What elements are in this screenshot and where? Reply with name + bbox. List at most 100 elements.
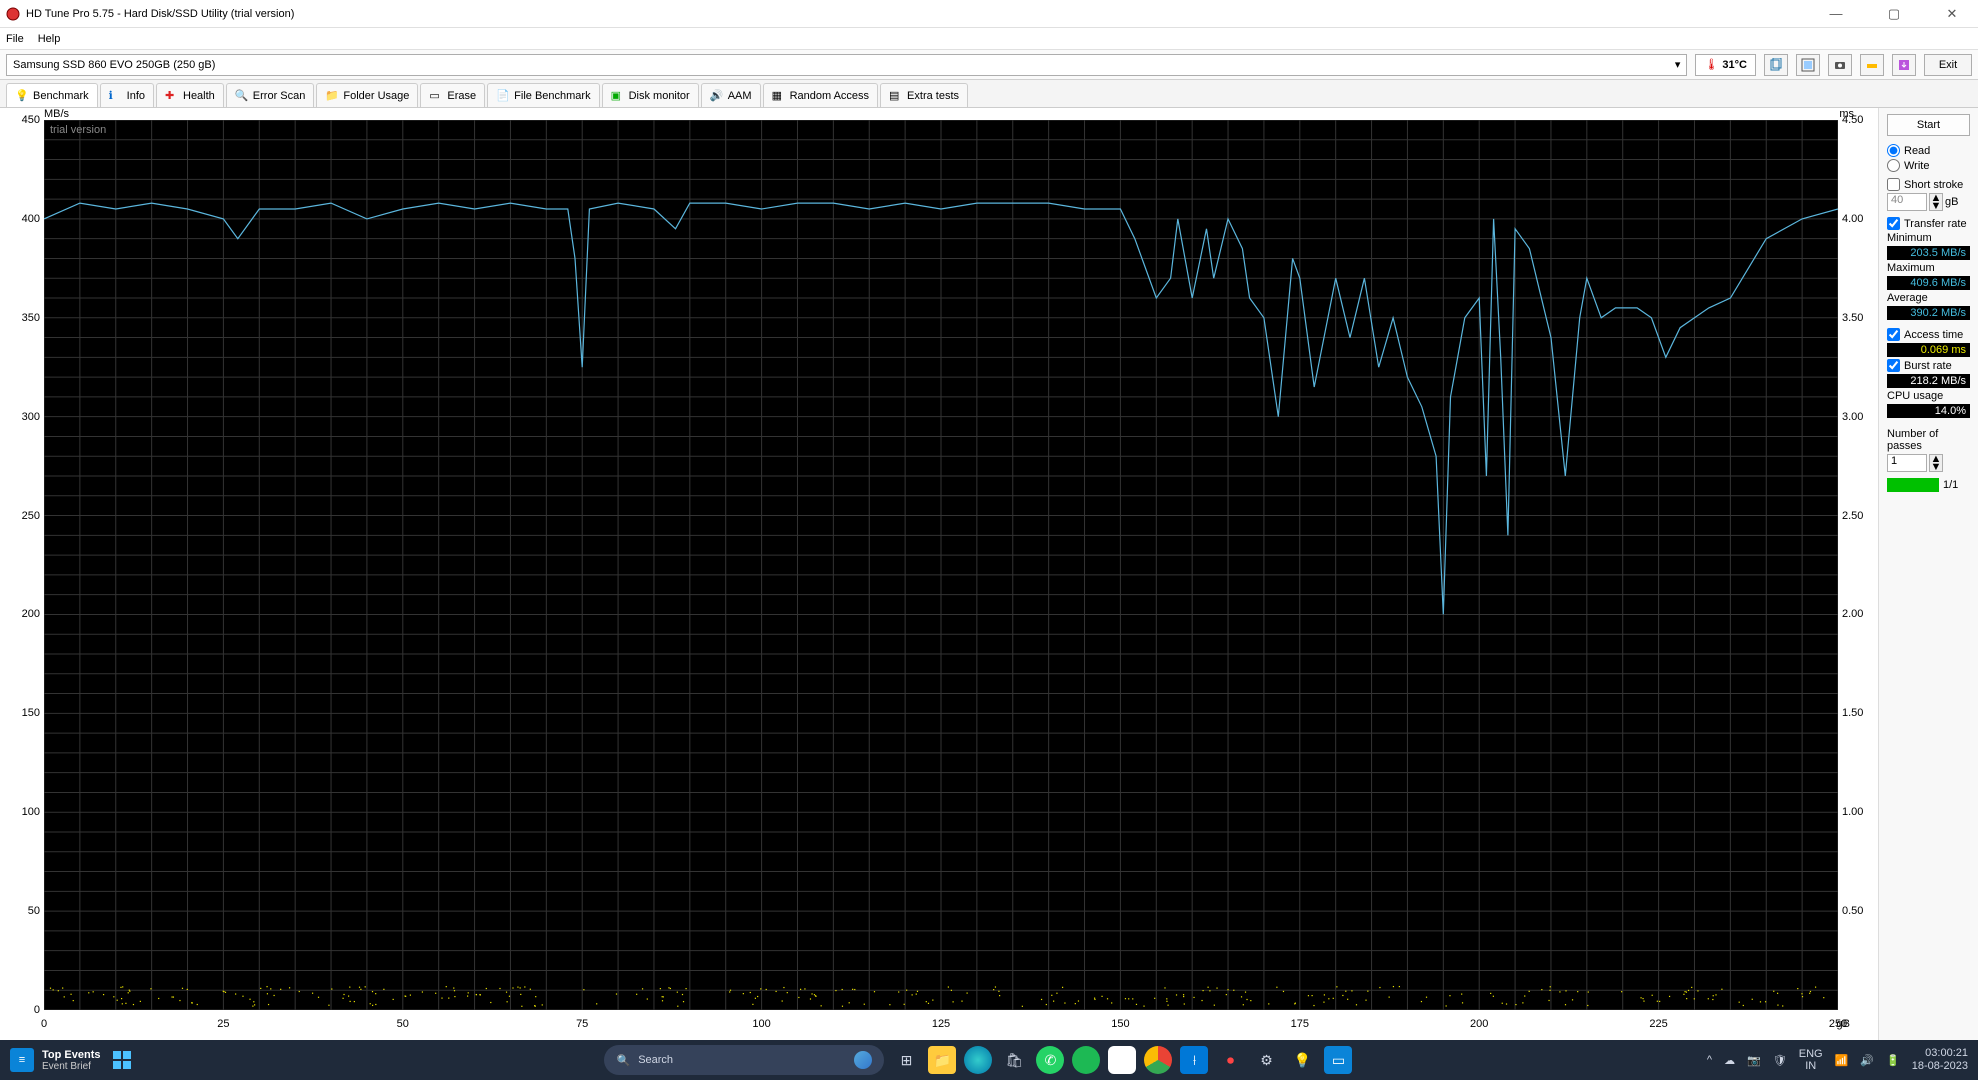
tray-language[interactable]: ENG IN [1799,1048,1823,1072]
start-button-taskbar[interactable] [108,1046,136,1074]
widget-title: Top Events [42,1049,100,1061]
progress-bar [1887,478,1939,492]
chrome-icon[interactable] [1144,1046,1172,1074]
y-right-tick: 2.50 [1842,510,1878,522]
random-icon: ▦ [772,89,786,103]
y-left-tick: 450 [0,114,40,126]
tray-security-icon[interactable]: 🛡 [1773,1054,1787,1067]
save-screenshot-button[interactable] [1828,54,1852,76]
drive-select[interactable]: Samsung SSD 860 EVO 250GB (250 gB) ▾ [6,54,1687,76]
system-tray: ^ ☁ 📷 🛡 ENG IN 📶 🔊 🔋 03:00:21 18-08-2023 [1707,1047,1968,1073]
write-radio[interactable]: Write [1887,159,1970,172]
tab-disk-monitor[interactable]: ▣Disk monitor [602,83,699,107]
side-panel: Start Read Write Short stroke 40 ▲▼ gB T… [1878,108,1978,1040]
save-button[interactable] [1892,54,1916,76]
temperature-value: 31°C [1722,59,1747,71]
short-stroke-stepper[interactable]: ▲▼ [1929,193,1943,211]
x-tick: 100 [752,1018,770,1030]
chart-area: MB/s ms trial version 050100150200250300… [0,108,1878,1040]
short-stroke-checkbox[interactable]: Short stroke [1887,178,1970,191]
minimize-button[interactable]: — [1816,6,1856,22]
monitor-icon: ▣ [611,89,625,103]
copy-info-button[interactable] [1764,54,1788,76]
exit-button[interactable]: Exit [1924,54,1972,76]
tab-aam[interactable]: 🔊AAM [701,83,761,107]
x-tick: 25 [217,1018,229,1030]
vscode-icon[interactable]: ⟊ [1180,1046,1208,1074]
tray-chevron-icon[interactable]: ^ [1707,1054,1712,1066]
passes-input[interactable]: 1 [1887,454,1927,472]
y-left-label: MB/s [44,108,69,120]
tab-file-benchmark[interactable]: 📄File Benchmark [487,83,599,107]
average-value: 390.2 MB/s [1887,306,1970,320]
news-icon: ≡ [10,1048,34,1072]
tab-benchmark[interactable]: 💡Benchmark [6,83,98,107]
search-placeholder: Search [638,1054,673,1066]
y-right-tick: 1.50 [1842,707,1878,719]
file-icon: 📄 [496,89,510,103]
tab-health[interactable]: ✚Health [156,83,224,107]
slack-icon[interactable]: ❖ [1108,1046,1136,1074]
tray-clock[interactable]: 03:00:21 18-08-2023 [1912,1047,1968,1073]
window-title: HD Tune Pro 5.75 - Hard Disk/SSD Utility… [26,8,1816,20]
tab-extra-tests[interactable]: ▤Extra tests [880,83,968,107]
close-button[interactable]: ✕ [1932,6,1972,22]
copy-screenshot-button[interactable] [1796,54,1820,76]
tab-erase[interactable]: ▭Erase [420,83,485,107]
info-icon: ℹ [109,89,123,103]
tab-folder-usage[interactable]: 📁Folder Usage [316,83,418,107]
minimum-value: 203.5 MB/s [1887,246,1970,260]
menu-help[interactable]: Help [38,33,61,45]
app-icon [6,7,20,21]
tab-random-access[interactable]: ▦Random Access [763,83,878,107]
options-button[interactable] [1860,54,1884,76]
tab-row: 💡Benchmark ℹInfo ✚Health 🔍Error Scan 📁Fo… [0,80,1978,108]
whatsapp-icon[interactable]: ✆ [1036,1046,1064,1074]
tab-error-scan[interactable]: 🔍Error Scan [226,83,315,107]
thermometer-icon: 🌡 [1704,58,1718,71]
burst-rate-checkbox[interactable]: Burst rate [1887,359,1970,372]
cpu-usage-value: 14.0% [1887,404,1970,418]
app-icon-2[interactable]: ▭ [1324,1046,1352,1074]
taskbar-widget[interactable]: ≡ Top Events Event Brief [10,1048,100,1072]
erase-icon: ▭ [429,89,443,103]
settings-icon[interactable]: ⚙ [1252,1046,1280,1074]
tray-wifi-icon[interactable]: 📶 [1835,1054,1849,1067]
taskbar: ≡ Top Events Event Brief 🔍 Search ⊞ 📁 🛍 … [0,1040,1978,1080]
average-label: Average [1887,292,1970,304]
transfer-rate-checkbox[interactable]: Transfer rate [1887,217,1970,230]
y-left-tick: 300 [0,411,40,423]
burst-rate-value: 218.2 MB/s [1887,374,1970,388]
recorder-icon[interactable]: ⏺ [1216,1046,1244,1074]
tray-onedrive-icon[interactable]: ☁ [1724,1054,1735,1067]
y-left-tick: 350 [0,312,40,324]
edge-icon[interactable] [964,1046,992,1074]
store-icon[interactable]: 🛍 [1000,1046,1028,1074]
y-right-tick: 3.00 [1842,411,1878,423]
x-tick: 225 [1649,1018,1667,1030]
short-stroke-input[interactable]: 40 [1887,193,1927,211]
app-icon-1[interactable]: 💡 [1288,1046,1316,1074]
tray-volume-icon[interactable]: 🔊 [1860,1054,1874,1067]
minimum-label: Minimum [1887,232,1970,244]
progress-text: 1/1 [1943,479,1958,491]
spotify-icon[interactable] [1072,1046,1100,1074]
taskview-icon[interactable]: ⊞ [892,1046,920,1074]
tray-battery-icon[interactable]: 🔋 [1886,1054,1900,1067]
health-icon: ✚ [165,89,179,103]
passes-stepper[interactable]: ▲▼ [1929,454,1943,472]
y-right-tick: 4.00 [1842,213,1878,225]
menu-file[interactable]: File [6,33,24,45]
maximize-button[interactable]: ▢ [1874,6,1914,22]
taskbar-search[interactable]: 🔍 Search [604,1045,884,1075]
tab-info[interactable]: ℹInfo [100,83,154,107]
explorer-icon[interactable]: 📁 [928,1046,956,1074]
read-radio[interactable]: Read [1887,144,1970,157]
start-button[interactable]: Start [1887,114,1970,136]
maximum-label: Maximum [1887,262,1970,274]
access-time-checkbox[interactable]: Access time [1887,328,1970,341]
list-icon: ▤ [889,89,903,103]
tray-camera-icon[interactable]: 📷 [1747,1054,1761,1067]
cpu-usage-label: CPU usage [1887,390,1970,402]
speaker-icon: 🔊 [710,89,724,103]
